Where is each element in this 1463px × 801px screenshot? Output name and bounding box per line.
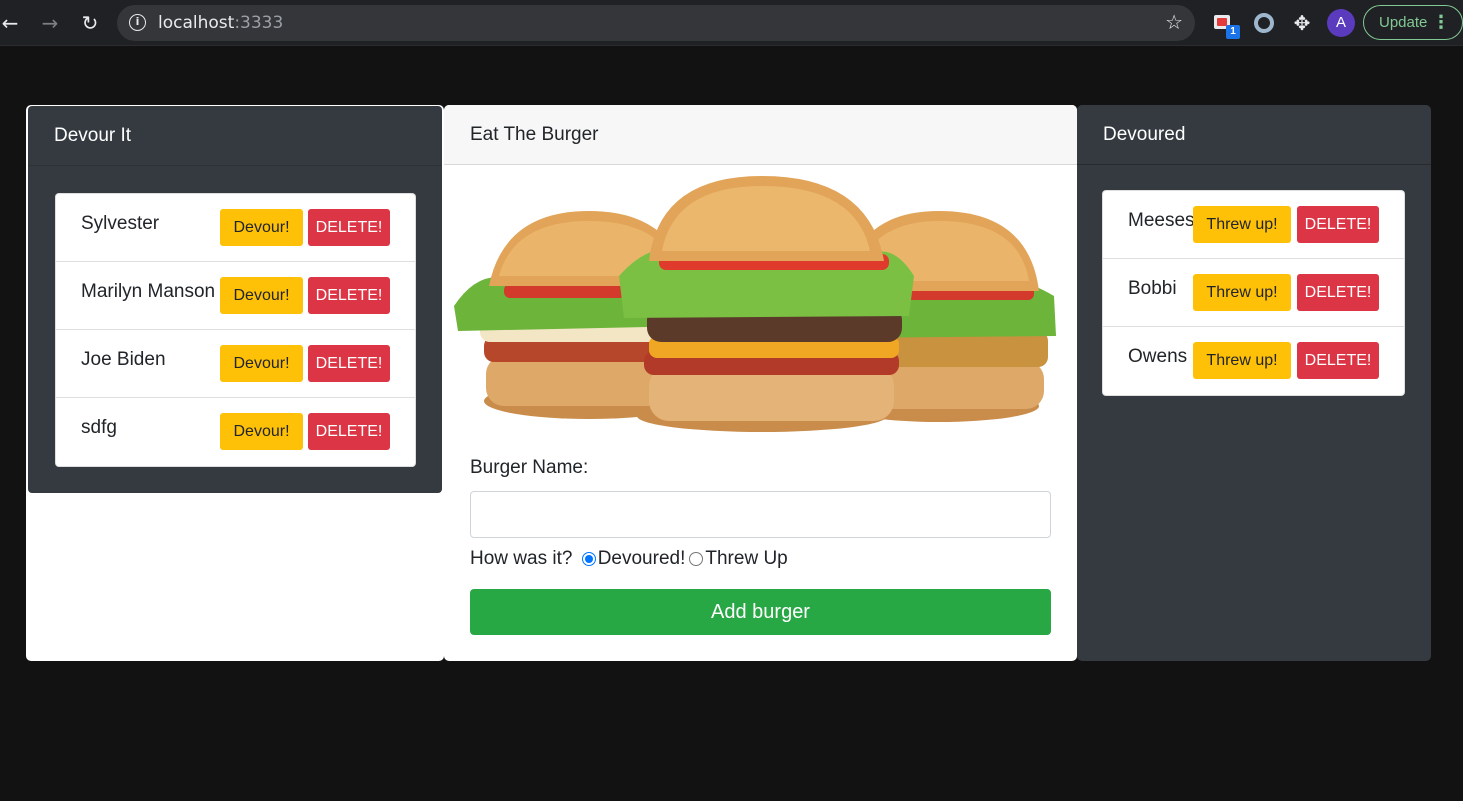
threw-up-option-label[interactable]: Threw Up	[705, 548, 787, 569]
list-item: Owens Threw up! DELETE!	[1103, 327, 1404, 395]
more-menu-icon[interactable]: ⋮	[1432, 6, 1450, 39]
back-icon[interactable]: ←	[0, 11, 22, 35]
bookmark-star-icon[interactable]: ☆	[1165, 10, 1183, 34]
list-item: sdfg Devour! DELETE!	[56, 398, 415, 466]
devoured-title: Devoured	[1077, 105, 1431, 165]
rating-radio-group: How was it? Devoured! Threw Up	[470, 548, 788, 570]
threw-up-button[interactable]: Threw up!	[1193, 274, 1291, 311]
add-burger-button[interactable]: Add burger	[470, 589, 1051, 635]
burger-name-input[interactable]	[470, 491, 1051, 538]
burger-name: sdfg	[81, 417, 117, 438]
burger-name: Sylvester	[81, 213, 160, 234]
devour-it-title: Devour It	[28, 106, 442, 166]
delete-button[interactable]: DELETE!	[308, 345, 390, 382]
devour-it-panel: Devour It Sylvester Devour! DELETE! Mari…	[28, 106, 442, 493]
extension-icon[interactable]: 1	[1212, 11, 1240, 39]
devour-button[interactable]: Devour!	[220, 345, 303, 382]
update-button[interactable]: Update ⋮	[1363, 5, 1463, 40]
burger-name-label: Burger Name:	[470, 457, 589, 478]
devoured-option-label[interactable]: Devoured!	[598, 548, 686, 569]
devoured-radio[interactable]	[581, 552, 596, 566]
delete-button[interactable]: DELETE!	[1297, 342, 1379, 379]
list-item: Bobbi Threw up! DELETE!	[1103, 259, 1404, 327]
delete-button[interactable]: DELETE!	[1297, 206, 1379, 243]
url-text[interactable]: localhost:3333	[158, 13, 283, 33]
extension-badge: 1	[1226, 25, 1240, 39]
threw-up-button[interactable]: Threw up!	[1193, 342, 1291, 379]
list-item: Sylvester Devour! DELETE!	[56, 194, 415, 262]
delete-button[interactable]: DELETE!	[1297, 274, 1379, 311]
burger-name: Marilyn Manson	[81, 281, 216, 302]
browser-toolbar: ← → ↻ i localhost:3333 ☆ 1 ✥ A Update ⋮	[0, 0, 1463, 46]
burger-name: Joe Biden	[81, 349, 166, 370]
burger-name: Owens	[1128, 346, 1188, 367]
devour-it-card: Devour It Sylvester Devour! DELETE! Mari…	[26, 105, 444, 661]
threw-up-radio[interactable]	[689, 552, 704, 566]
list-item: Joe Biden Devour! DELETE!	[56, 330, 415, 398]
threw-up-button[interactable]: Threw up!	[1193, 206, 1291, 243]
list-item: Marilyn Manson Devour! DELETE!	[56, 262, 415, 330]
burger-name: Meeses	[1128, 210, 1195, 231]
eat-burger-title: Eat The Burger	[444, 105, 1077, 165]
devoured-card: Devoured Meeses Threw up! DELETE! Bobbi …	[1077, 105, 1431, 661]
list-item: Meeses Threw up! DELETE!	[1103, 191, 1404, 259]
rating-question: How was it?	[470, 548, 573, 569]
extension-ring-icon[interactable]	[1252, 11, 1276, 35]
puzzle-icon[interactable]: ✥	[1290, 11, 1314, 35]
delete-button[interactable]: DELETE!	[308, 413, 390, 450]
devour-button[interactable]: Devour!	[220, 413, 303, 450]
profile-avatar[interactable]: A	[1327, 9, 1355, 37]
address-bar[interactable]: i localhost:3333 ☆	[117, 5, 1195, 41]
devoured-list: Meeses Threw up! DELETE! Bobbi Threw up!…	[1102, 190, 1405, 396]
devour-button[interactable]: Devour!	[220, 209, 303, 246]
delete-button[interactable]: DELETE!	[308, 209, 390, 246]
devour-button[interactable]: Devour!	[220, 277, 303, 314]
eat-burger-card: Eat The Burger Burger Name: How was it? …	[444, 105, 1077, 661]
burger-name: Bobbi	[1128, 278, 1177, 299]
burger-image	[454, 176, 1056, 432]
forward-icon[interactable]: →	[38, 11, 62, 35]
reload-icon[interactable]: ↻	[78, 11, 102, 35]
site-info-icon[interactable]: i	[129, 14, 146, 31]
devour-list: Sylvester Devour! DELETE! Marilyn Manson…	[55, 193, 416, 467]
delete-button[interactable]: DELETE!	[308, 277, 390, 314]
